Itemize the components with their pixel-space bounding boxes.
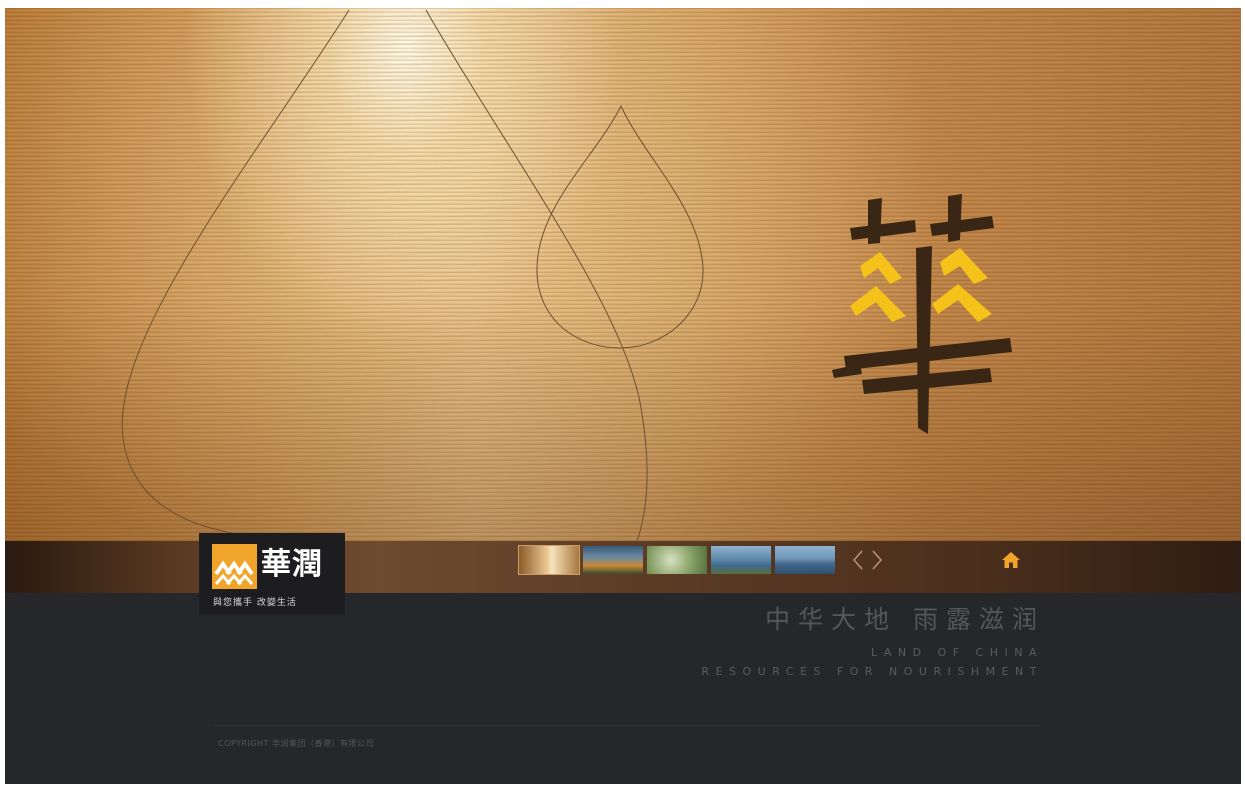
footer-divider	[214, 725, 1040, 726]
copyright-text: COPYRIGHT 华润集团（香港）有限公司	[218, 739, 374, 748]
tagline-english-line2: RESOURCES FOR NOURISHMENT	[701, 665, 1043, 678]
thumbnail-harbour-city[interactable]	[775, 546, 835, 574]
hua-calligraphy	[832, 194, 1012, 434]
home-button[interactable]	[1001, 551, 1021, 569]
brand-logo[interactable]: 華潤 與您攜手 改變生活	[199, 533, 345, 615]
thumbnail-terraced-fields[interactable]	[647, 546, 707, 574]
tagline: 中华大地 雨露滋润 LAND OF CHINA RESOURCES FOR NO…	[701, 600, 1037, 678]
thumbnail-landscape[interactable]	[583, 546, 643, 574]
tagline-english-line1: LAND OF CHINA	[870, 646, 1043, 659]
large-drop-outline	[121, 9, 350, 541]
logo-slogan: 與您攜手 改變生活	[213, 598, 297, 608]
logo-wordmark: 華潤	[261, 547, 323, 582]
thumbnail-golden-water[interactable]	[518, 545, 580, 575]
next-arrow-button[interactable]	[870, 548, 884, 572]
hero-banner	[5, 8, 1241, 541]
home-icon	[1002, 552, 1020, 568]
page	[5, 8, 1241, 784]
prev-arrow-button[interactable]	[851, 548, 865, 572]
tagline-chinese: 中华大地 雨露滋润	[765, 605, 1045, 634]
chevron-left-icon	[852, 550, 863, 570]
logo-mountain-mark	[212, 544, 257, 589]
chevron-right-icon	[872, 550, 883, 570]
small-drop-outline	[536, 104, 704, 349]
large-drop-outline-right	[425, 9, 648, 541]
water-drop-outlines	[121, 9, 704, 541]
thumbnail-lake[interactable]	[711, 546, 771, 574]
